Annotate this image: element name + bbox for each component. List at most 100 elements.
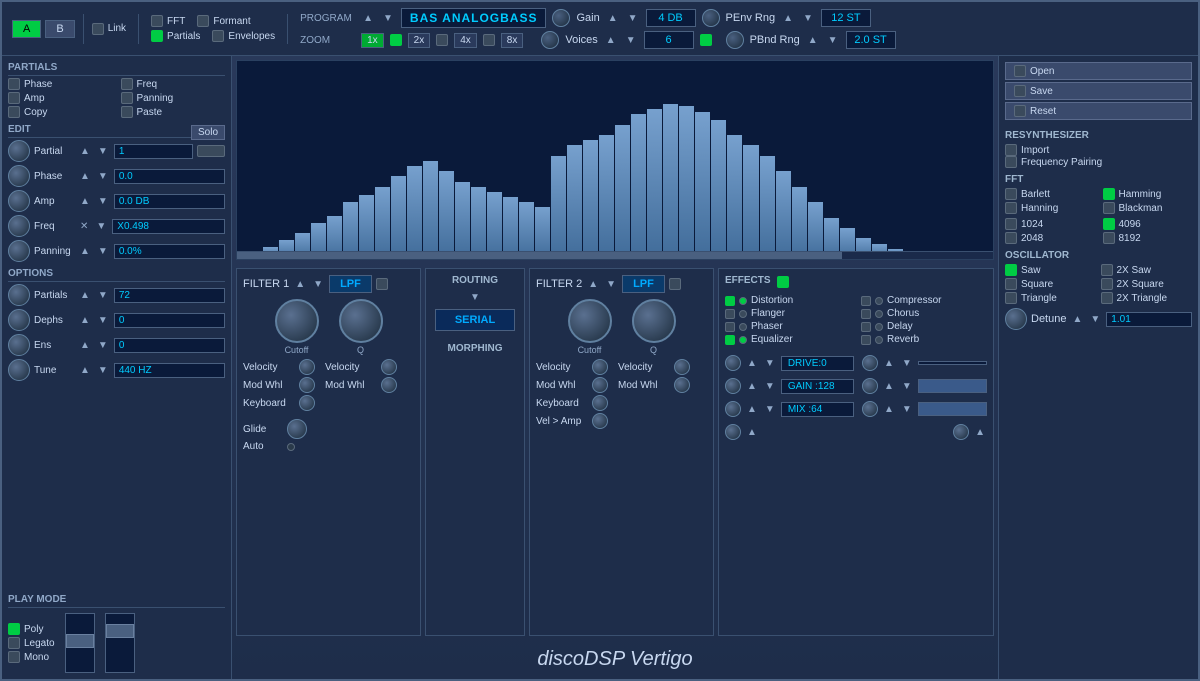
filter1-arrow-up[interactable]: ▲ — [293, 279, 307, 290]
routing-display[interactable]: SERIAL — [435, 309, 515, 331]
tune-up[interactable]: ▲ — [78, 365, 92, 376]
ens-up[interactable]: ▲ — [78, 340, 92, 351]
filter2-mod-knob2[interactable] — [674, 377, 690, 393]
gain2-down[interactable]: ▼ — [900, 381, 914, 392]
filter1-type[interactable]: LPF — [329, 275, 372, 293]
pbnd-arrow-up[interactable]: ▲ — [806, 35, 820, 46]
mix-display[interactable]: MIX :64 — [781, 402, 854, 417]
effects-led[interactable] — [777, 276, 789, 288]
partials-opt-up[interactable]: ▲ — [78, 290, 92, 301]
filter2-type[interactable]: LPF — [622, 275, 665, 293]
filter2-q-knob[interactable] — [632, 299, 676, 343]
auto-dot[interactable] — [287, 443, 295, 451]
extra-up[interactable]: ▲ — [745, 427, 759, 438]
fft-led[interactable] — [151, 15, 163, 27]
tune-knob[interactable] — [8, 359, 30, 381]
reset-button[interactable]: Reset — [1005, 102, 1192, 120]
voices-display[interactable]: 6 — [644, 31, 694, 49]
ens-value[interactable]: 0 — [114, 338, 225, 353]
amp-knob[interactable] — [8, 190, 30, 212]
envelopes-led[interactable] — [212, 30, 224, 42]
extra-knob-l[interactable] — [725, 424, 741, 440]
phase-arrow-up[interactable]: ▲ — [78, 171, 92, 182]
fader-right[interactable] — [105, 613, 135, 673]
mix-down[interactable]: ▼ — [763, 404, 777, 415]
filter1-key-knob[interactable] — [299, 395, 315, 411]
square2x-led[interactable] — [1101, 278, 1113, 290]
dephs-knob[interactable] — [8, 309, 30, 331]
gain-down[interactable]: ▼ — [763, 381, 777, 392]
drive-up[interactable]: ▲ — [745, 358, 759, 369]
tune-value[interactable]: 440 HZ — [114, 363, 225, 378]
gain-arrow-down[interactable]: ▼ — [626, 13, 640, 24]
filter1-mod-knob2[interactable] — [381, 377, 397, 393]
detune-value[interactable]: 1.01 — [1106, 312, 1192, 327]
partial-arrow-up[interactable]: ▲ — [78, 146, 92, 157]
filter1-q-knob[interactable] — [339, 299, 383, 343]
v4096-led[interactable] — [1103, 218, 1115, 230]
freq-arrow-down[interactable]: ▼ — [94, 221, 108, 232]
legato-led[interactable] — [8, 637, 20, 649]
mix2-up[interactable]: ▲ — [882, 404, 896, 415]
penv-knob[interactable] — [702, 9, 720, 27]
saw-led[interactable] — [1005, 264, 1017, 276]
distortion-led[interactable] — [725, 296, 735, 306]
program-arrow-down[interactable]: ▼ — [381, 13, 395, 24]
panning-arrow-up[interactable]: ▲ — [78, 246, 92, 257]
mix-up[interactable]: ▲ — [745, 404, 759, 415]
filter2-vel-knob2[interactable] — [674, 359, 690, 375]
square-led[interactable] — [1005, 278, 1017, 290]
freq-value[interactable]: X0.498 — [112, 219, 225, 234]
dephs-value[interactable]: 0 — [114, 313, 225, 328]
formant-led[interactable] — [197, 15, 209, 27]
partials-opt-value[interactable]: 72 — [114, 288, 225, 303]
barlett-led[interactable] — [1005, 188, 1017, 200]
tab-b[interactable]: B — [45, 20, 74, 38]
vel-amp-knob[interactable] — [592, 413, 608, 429]
gain-knob-r[interactable] — [862, 378, 878, 394]
v8192-led[interactable] — [1103, 232, 1115, 244]
zoom-2x[interactable]: 2x — [408, 33, 431, 48]
panning-value[interactable]: 0.0% — [114, 244, 225, 259]
gain-knob-l[interactable] — [725, 378, 741, 394]
freq-led[interactable] — [121, 78, 133, 90]
detune-down[interactable]: ▼ — [1088, 314, 1102, 325]
routing-arrow-down[interactable]: ▼ — [468, 292, 482, 303]
phase-arrow-down[interactable]: ▼ — [96, 171, 110, 182]
v2048-led[interactable] — [1005, 232, 1017, 244]
pbnd-knob[interactable] — [726, 31, 744, 49]
panning-knob[interactable] — [8, 240, 30, 262]
pbnd-display[interactable]: 2.0 ST — [846, 31, 896, 49]
open-button[interactable]: Open — [1005, 62, 1192, 80]
triangle2x-led[interactable] — [1101, 292, 1113, 304]
drive-knob-l[interactable] — [725, 355, 741, 371]
filter2-led[interactable] — [669, 278, 681, 290]
zoom-4x[interactable]: 4x — [454, 33, 477, 48]
amp-arrow-down[interactable]: ▼ — [96, 196, 110, 207]
reverb-led[interactable] — [861, 335, 871, 345]
gain-knob[interactable] — [552, 9, 570, 27]
zoom-1x[interactable]: 1x — [361, 33, 384, 48]
link-led[interactable] — [92, 23, 104, 35]
filter1-vel-knob1[interactable] — [299, 359, 315, 375]
chorus-led[interactable] — [861, 309, 871, 319]
filter2-key-knob[interactable] — [592, 395, 608, 411]
glide-knob[interactable] — [287, 419, 307, 439]
spectrum-scroll[interactable] — [237, 251, 993, 259]
drive-display[interactable]: DRIVE:0 — [781, 356, 854, 371]
freq-arrow-up[interactable]: ✕ — [78, 221, 90, 232]
blackman-led[interactable] — [1103, 202, 1115, 214]
freq-knob[interactable] — [8, 215, 30, 237]
equalizer-led[interactable] — [725, 335, 735, 345]
phase-led[interactable] — [8, 78, 20, 90]
flanger-led[interactable] — [725, 309, 735, 319]
filter1-mod-knob1[interactable] — [299, 377, 315, 393]
freq-pairing-led[interactable] — [1005, 156, 1017, 168]
partial-value[interactable]: 1 — [114, 144, 193, 159]
import-led[interactable] — [1005, 144, 1017, 156]
filter1-led[interactable] — [376, 278, 388, 290]
filter2-mod-knob1[interactable] — [592, 377, 608, 393]
filter1-arrow-down[interactable]: ▼ — [311, 279, 325, 290]
mix-knob-l[interactable] — [725, 401, 741, 417]
mix-knob-r[interactable] — [862, 401, 878, 417]
